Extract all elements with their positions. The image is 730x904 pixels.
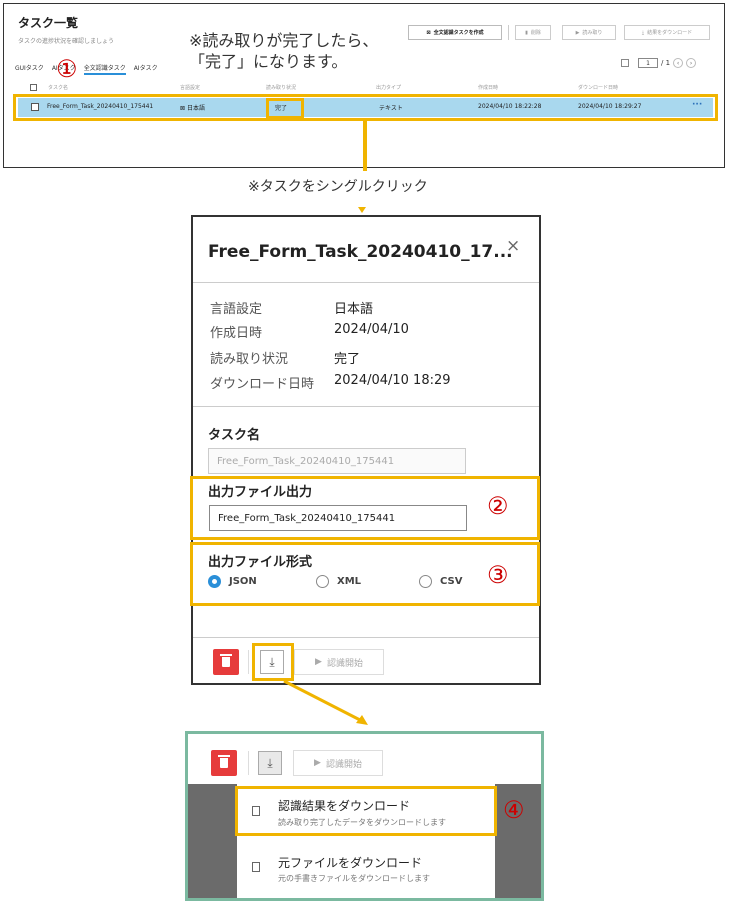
play-icon: ▶ (575, 29, 580, 36)
connector-line (363, 121, 367, 171)
col-created: 作成日時 (478, 85, 499, 91)
info-label-created: 作成日時 (210, 326, 263, 341)
format-title: 出力ファイル形式 (208, 555, 313, 570)
radio-json[interactable]: JSON (208, 575, 257, 588)
delete-button[interactable] (213, 649, 239, 675)
click-caption: ※タスクをシングルクリック (248, 179, 428, 195)
divider (193, 406, 539, 407)
col-name: タスク名 (48, 85, 69, 91)
close-icon[interactable]: × (506, 236, 520, 256)
toolbar-divider (508, 25, 509, 40)
radio-icon (316, 575, 329, 588)
next-page-icon[interactable]: › (686, 58, 697, 68)
radio-selected-icon (208, 575, 221, 588)
task-tabs: GUIタスク AIタスク 全文認識タスク AIタスク (15, 63, 166, 75)
select-all-checkbox[interactable] (30, 84, 37, 91)
prev-page-icon[interactable]: ‹ (673, 58, 684, 68)
row-status: 完了 (275, 105, 288, 112)
tab-ai-2[interactable]: AIタスク (134, 65, 158, 72)
page-total: / 1 (661, 59, 671, 67)
divider (248, 751, 249, 775)
connector-arrow (283, 679, 368, 725)
download-results-button[interactable]: ⤓ 結果をダウンロード (624, 25, 710, 40)
tab-gui[interactable]: GUIタスク (15, 65, 44, 72)
task-name-title: タスク名 (208, 428, 261, 443)
arrow-down-icon (358, 207, 366, 213)
download-button[interactable]: ⤓ (258, 751, 282, 775)
tab-fulltext[interactable]: 全文認識タスク (83, 65, 126, 75)
play-icon: ▶ (314, 758, 321, 768)
trash-icon (220, 654, 232, 667)
row-output-type: テキスト (379, 105, 403, 112)
col-downloaded: ダウンロード日時 (578, 85, 619, 91)
status-callout: ※読み取りが完了したら、 「完了」になります。 (183, 30, 393, 75)
output-file-title: 出力ファイル出力 (208, 485, 313, 500)
info-value-status: 完了 (334, 352, 361, 367)
row-language: ⊠ 日本語 (180, 105, 205, 112)
download-icon: ⤓ (641, 29, 645, 36)
task-name-field: Free_Form_Task_20240410_175441 (208, 448, 466, 474)
output-file-input[interactable]: Free_Form_Task_20240410_175441 (209, 505, 467, 531)
play-icon: ▶ (315, 657, 322, 667)
start-recognition-button[interactable]: ▶ 認識開始 (293, 750, 383, 776)
step-number-2: ② (487, 492, 509, 520)
info-label-language: 言語設定 (210, 302, 263, 317)
page-title: タスク一覧 (18, 16, 79, 30)
menu-item-download-original-desc: 元の手書きファイルをダウンロードします (278, 874, 430, 883)
language-icon: ⊠ (180, 105, 186, 112)
row-created: 2024/04/10 18:22:28 (478, 103, 542, 110)
delete-button[interactable]: ▮ 削除 (515, 25, 551, 40)
row-task-name: Free_Form_Task_20240410_175441 (47, 103, 154, 110)
col-language: 言語設定 (180, 85, 201, 91)
row-checkbox[interactable] (31, 103, 39, 111)
page-subtitle: タスクの進捗状況を確認しましょう (18, 38, 115, 45)
col-output-type: 出力タイプ (376, 85, 402, 91)
delete-button[interactable] (211, 750, 237, 776)
info-label-status: 読み取り状況 (210, 352, 289, 367)
more-icon[interactable]: ··· (692, 100, 702, 110)
info-value-downloaded: 2024/04/10 18:29 (334, 373, 451, 388)
download-icon: ⤓ (269, 654, 275, 669)
divider (248, 650, 249, 674)
create-icon: ⊠ (426, 29, 431, 36)
radio-csv[interactable]: CSV (419, 575, 462, 588)
divider (193, 637, 539, 638)
grid-view-icon[interactable] (621, 59, 629, 67)
create-task-button[interactable]: ⊠ 全文認識タスクを作成 (408, 25, 502, 40)
step-number-4: ④ (503, 796, 525, 824)
info-value-created: 2024/04/10 (334, 322, 409, 337)
dialog-title: Free_Form_Task_20240410_17... (208, 242, 513, 262)
pager: 1 / 1 ‹ › (621, 58, 697, 68)
divider (193, 282, 539, 283)
step-number-3: ③ (487, 561, 509, 589)
download-results-highlight-frame (235, 786, 497, 836)
trash-icon (218, 755, 230, 768)
radio-icon (419, 575, 432, 588)
radio-xml[interactable]: XML (316, 575, 361, 588)
download-icon: ⤓ (267, 755, 273, 770)
info-label-downloaded: ダウンロード日時 (210, 377, 315, 392)
col-status: 読み取り状況 (266, 85, 297, 91)
info-value-language: 日本語 (334, 302, 374, 317)
step-number-1: ① (56, 55, 78, 83)
download-button[interactable]: ⤓ (260, 650, 284, 674)
read-button[interactable]: ▶ 読み取り (562, 25, 616, 40)
file-icon (252, 862, 260, 872)
row-downloaded: 2024/04/10 18:29:27 (578, 103, 642, 110)
menu-item-download-original[interactable]: 元ファイルをダウンロード (278, 854, 422, 871)
page-number-input[interactable]: 1 (638, 58, 658, 68)
trash-icon: ▮ (525, 29, 528, 36)
start-recognition-button[interactable]: ▶ 認識開始 (294, 649, 384, 675)
